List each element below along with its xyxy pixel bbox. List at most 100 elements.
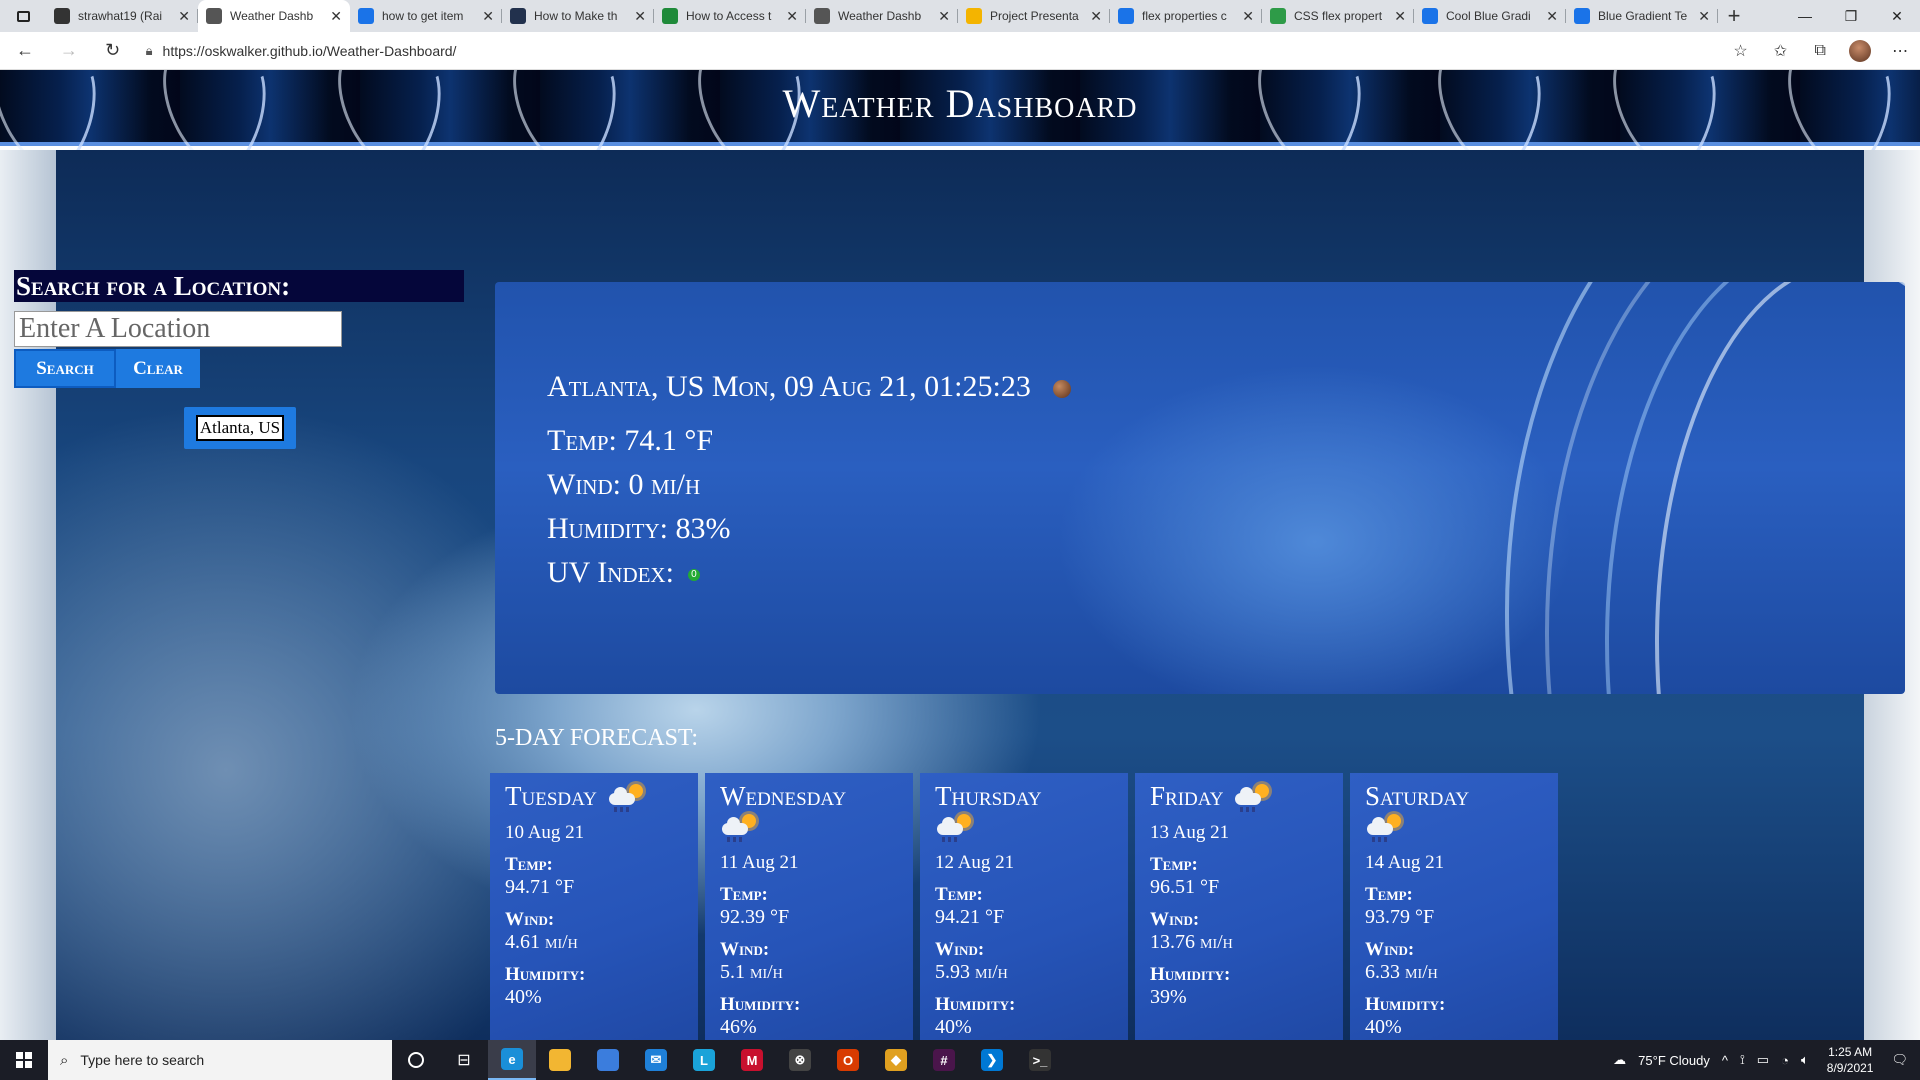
forecast-wind-label: Wind: bbox=[1365, 939, 1415, 960]
battery-icon[interactable]: ▭ bbox=[1757, 1052, 1769, 1068]
forecast-card: Wednesday 11 Aug 21 Temp: 92.39 °F Wind: 5.1 … bbox=[705, 773, 913, 1040]
close-tab-icon[interactable]: ✕ bbox=[1394, 8, 1406, 25]
edge-icon[interactable]: e bbox=[488, 1040, 536, 1080]
forecast-card: Saturday 14 Aug 21 Temp: 93.79 °F Wind: 6.33 … bbox=[1350, 773, 1558, 1040]
add-favorite-icon[interactable]: ☆ bbox=[1721, 32, 1761, 70]
reload-icon[interactable]: ↻ bbox=[94, 32, 132, 70]
terminal-glyph: >_ bbox=[1029, 1049, 1051, 1071]
wifi-icon[interactable]: ◔ bbox=[1781, 1053, 1789, 1068]
taskbar-weather[interactable]: 75°F Cloudy bbox=[1638, 1053, 1710, 1068]
github-icon bbox=[54, 8, 70, 24]
forecast-temp: 94.21 °F bbox=[935, 906, 1005, 928]
file-explorer-glyph bbox=[549, 1049, 571, 1071]
search-button[interactable]: Search bbox=[14, 349, 116, 388]
office-icon[interactable]: O bbox=[824, 1040, 872, 1080]
forecast-humidity: 46% bbox=[720, 1016, 757, 1038]
browser-tab[interactable]: strawhat19 (Rai ✕ bbox=[46, 0, 198, 32]
forecast-humidity-label: Humidity: bbox=[1365, 994, 1446, 1015]
vscode-glyph: ❯ bbox=[981, 1049, 1003, 1071]
forecast-day: Saturday bbox=[1365, 781, 1470, 811]
taskbar-search-box[interactable]: ⌕ Type here to search bbox=[48, 1040, 392, 1080]
browser-tab[interactable]: Blue Gradient Te ✕ bbox=[1566, 0, 1718, 32]
git-icon[interactable]: ◆ bbox=[872, 1040, 920, 1080]
system-tray: ☁ 75°F Cloudy ^ ⟟ ▭ ◔ 🔈︎ 1:25 AM 8/9/202… bbox=[1607, 1040, 1920, 1080]
forecast-temp-label: Temp: bbox=[505, 854, 553, 875]
forecast-wind-unit: mi/h bbox=[1405, 961, 1438, 983]
network-icon[interactable]: ⟟ bbox=[1740, 1052, 1745, 1068]
taskbar-clock[interactable]: 1:25 AM 8/9/2021 bbox=[1827, 1044, 1874, 1076]
lock-icon[interactable]: 🔒︎ bbox=[146, 43, 153, 59]
browser-tab[interactable]: Cool Blue Gradi ✕ bbox=[1414, 0, 1566, 32]
collections-icon[interactable]: ⧉ bbox=[1800, 32, 1840, 70]
more-menu-icon[interactable]: ⋯ bbox=[1880, 32, 1920, 70]
volume-icon[interactable]: 🔈︎ bbox=[1801, 1052, 1809, 1068]
forecast-row: Tuesday 10 Aug 21 Temp: 94.71 °F Wind: 4.61 m… bbox=[490, 773, 1558, 1040]
browser-tab[interactable]: flex properties c ✕ bbox=[1110, 0, 1262, 32]
close-tab-icon[interactable]: ✕ bbox=[1546, 8, 1558, 25]
task-view-icon[interactable]: ⊟ bbox=[440, 1040, 488, 1080]
browser-tab[interactable]: CSS flex propert ✕ bbox=[1262, 0, 1414, 32]
moon-icon bbox=[1052, 380, 1071, 399]
minimize-icon[interactable]: — bbox=[1782, 0, 1828, 32]
store-icon[interactable] bbox=[584, 1040, 632, 1080]
forecast-wind: 5.1 mi/h bbox=[720, 961, 898, 984]
notifications-icon[interactable]: 🗨︎ bbox=[1891, 1052, 1908, 1068]
uv-badge: 0 bbox=[687, 569, 700, 582]
close-tab-icon[interactable]: ✕ bbox=[1698, 8, 1710, 25]
close-tab-icon[interactable]: ✕ bbox=[482, 8, 494, 25]
close-tab-icon[interactable]: ✕ bbox=[786, 8, 798, 25]
close-tab-icon[interactable]: ✕ bbox=[1242, 8, 1254, 25]
forecast-card: Tuesday 10 Aug 21 Temp: 94.71 °F Wind: 4.61 m… bbox=[490, 773, 698, 1040]
cloud-icon[interactable]: ☁ bbox=[1613, 1052, 1626, 1068]
close-tab-icon[interactable]: ✕ bbox=[330, 8, 342, 25]
history-item-button[interactable]: Atlanta, US bbox=[184, 407, 296, 449]
close-window-icon[interactable]: ✕ bbox=[1874, 0, 1920, 32]
forecast-humidity: 39% bbox=[1150, 986, 1187, 1008]
forecast-temp-label: Temp: bbox=[1365, 884, 1413, 905]
forecast-humidity-label: Humidity: bbox=[935, 994, 1016, 1015]
new-tab-button[interactable]: + bbox=[1718, 0, 1750, 32]
xbox-icon[interactable]: ⊗ bbox=[776, 1040, 824, 1080]
tab-actions-icon[interactable] bbox=[0, 0, 46, 32]
browser-tab[interactable]: Project Presenta ✕ bbox=[958, 0, 1110, 32]
site-icon bbox=[510, 8, 526, 24]
close-tab-icon[interactable]: ✕ bbox=[178, 8, 190, 25]
profile-avatar[interactable] bbox=[1849, 39, 1872, 62]
header-banner: Weather Dashboard bbox=[0, 70, 1920, 146]
forecast-temp-label: Temp: bbox=[935, 884, 983, 905]
mcafee-icon[interactable]: M bbox=[728, 1040, 776, 1080]
terminal-icon[interactable]: >_ bbox=[1016, 1040, 1064, 1080]
location-search-input[interactable] bbox=[14, 311, 342, 347]
close-tab-icon[interactable]: ✕ bbox=[938, 8, 950, 25]
close-tab-icon[interactable]: ✕ bbox=[634, 8, 646, 25]
favorites-icon[interactable]: ✩ bbox=[1760, 32, 1800, 70]
forward-icon[interactable]: → bbox=[50, 32, 88, 70]
slack-icon[interactable]: # bbox=[920, 1040, 968, 1080]
web-page: Weather Dashboard Search for a Location:… bbox=[0, 70, 1920, 1040]
browser-tab[interactable]: how to get item ✕ bbox=[350, 0, 502, 32]
taskbar-apps: e ✉ L M ⊗ O ◆ # ❯ >_ bbox=[488, 1040, 1064, 1080]
browser-tab[interactable]: How to Access t ✕ bbox=[654, 0, 806, 32]
restore-icon[interactable]: ❐ bbox=[1828, 0, 1874, 32]
clock-date: 8/9/2021 bbox=[1826, 1061, 1874, 1075]
l-app-icon[interactable]: L bbox=[680, 1040, 728, 1080]
close-tab-icon[interactable]: ✕ bbox=[1090, 8, 1102, 25]
clear-button[interactable]: Clear bbox=[116, 349, 200, 388]
office-glyph: O bbox=[837, 1049, 859, 1071]
browser-tab[interactable]: How to Make th ✕ bbox=[502, 0, 654, 32]
file-explorer-icon[interactable] bbox=[536, 1040, 584, 1080]
start-button[interactable] bbox=[0, 1040, 48, 1080]
forecast-date: 14 Aug 21 bbox=[1365, 852, 1445, 873]
cortana-icon[interactable] bbox=[392, 1040, 440, 1080]
chevron-up-icon[interactable]: ^ bbox=[1722, 1053, 1728, 1068]
back-icon[interactable]: ← bbox=[6, 32, 44, 70]
browser-tab[interactable]: Weather Dashb ✕ bbox=[806, 0, 958, 32]
browser-tab[interactable]: Weather Dashb ✕ bbox=[198, 0, 350, 32]
url-field[interactable]: 🔒︎ https://oskwalker.github.io/Weather-D… bbox=[146, 36, 1721, 66]
mail-icon[interactable]: ✉ bbox=[632, 1040, 680, 1080]
current-city-date-text: Atlanta, US Mon, 09 Aug 21, 01:25:23 bbox=[547, 370, 1031, 403]
vscode-icon[interactable]: ❯ bbox=[968, 1040, 1016, 1080]
forecast-day: Thursday bbox=[935, 781, 1042, 811]
tab-title: How to Access t bbox=[686, 9, 772, 23]
rain-sun-icon bbox=[1365, 812, 1403, 842]
